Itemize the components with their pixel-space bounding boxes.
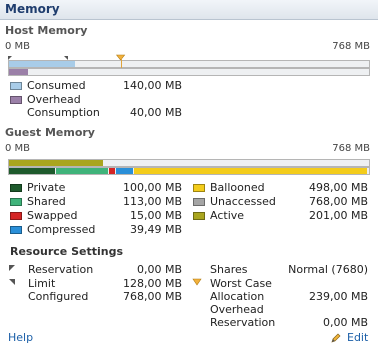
guest-active-fill <box>9 160 104 166</box>
host-overhead-fill <box>9 69 28 75</box>
shared-label: Shared <box>27 195 66 208</box>
guest-ballooned-segment <box>134 168 367 174</box>
panel-header: Memory <box>0 0 378 20</box>
guest-shared-segment <box>55 168 108 174</box>
guest-private-segment <box>9 168 55 174</box>
active-label: Active <box>210 209 245 222</box>
guest-axis-max: 768 MB <box>332 143 370 154</box>
active-swatch <box>193 212 205 220</box>
overhead-reservation-value: 0,00 MB <box>322 316 368 329</box>
reservation-value: 0,00 MB <box>136 263 182 276</box>
host-memory-title: Host Memory <box>5 24 88 37</box>
overhead-reservation-label-line2: Reservation <box>210 316 276 329</box>
ballooned-value: 498,00 MB <box>308 181 368 194</box>
resource-settings-title: Resource Settings <box>10 245 124 258</box>
unaccessed-label: Unaccessed <box>210 195 276 208</box>
host-consumed-bar <box>8 60 370 68</box>
private-swatch <box>10 184 22 192</box>
unaccessed-swatch <box>193 198 205 206</box>
limit-icon <box>9 279 15 285</box>
overhead-swatch <box>10 96 22 104</box>
pencil-icon <box>331 333 341 343</box>
active-value: 201,00 MB <box>308 209 368 222</box>
overhead-reservation-label-line1: Overhead <box>210 303 264 316</box>
overhead-label: Overhead <box>27 93 81 106</box>
worst-case-label: Worst Case <box>210 277 272 290</box>
consumed-label: Consumed <box>27 79 86 92</box>
allocation-value: 239,00 MB <box>308 290 368 303</box>
consumption-label: Consumption <box>27 106 100 119</box>
edit-label[interactable]: Edit <box>347 331 368 344</box>
reservation-label: Reservation <box>28 263 94 276</box>
consumed-swatch <box>10 82 22 90</box>
private-label: Private <box>27 181 66 194</box>
swapped-value: 15,00 MB <box>129 209 182 222</box>
guest-swapped-segment <box>108 168 115 174</box>
guest-axis-min: 0 MB <box>5 143 31 154</box>
guest-compressed-segment <box>115 168 134 174</box>
configured-value: 768,00 MB <box>122 290 182 303</box>
compressed-label: Compressed <box>27 223 96 236</box>
worst-case-icon <box>192 278 202 286</box>
help-link[interactable]: Help <box>8 331 33 344</box>
limit-value: 128,00 MB <box>122 277 182 290</box>
guest-breakdown-bar <box>8 167 370 175</box>
host-consumed-fill <box>9 61 75 67</box>
ballooned-swatch <box>193 184 205 192</box>
configured-label: Configured <box>28 290 89 303</box>
guest-active-bar <box>8 159 370 167</box>
host-overhead-bar <box>8 68 370 76</box>
host-axis-max: 768 MB <box>332 41 370 52</box>
limit-label: Limit <box>28 277 56 290</box>
unaccessed-value: 768,00 MB <box>308 195 368 208</box>
ballooned-label: Ballooned <box>210 181 265 194</box>
private-value: 100,00 MB <box>122 181 182 194</box>
guest-memory-title: Guest Memory <box>5 126 95 139</box>
shares-value: Normal (7680) <box>288 263 368 276</box>
allocation-label: Allocation <box>210 290 265 303</box>
compressed-value: 39,49 MB <box>129 223 182 236</box>
swapped-label: Swapped <box>27 209 78 222</box>
compressed-swatch <box>10 226 22 234</box>
reservation-icon <box>9 265 15 271</box>
swapped-swatch <box>10 212 22 220</box>
shared-swatch <box>10 198 22 206</box>
consumption-value: 40,00 MB <box>129 106 182 119</box>
shared-value: 113,00 MB <box>122 195 182 208</box>
shares-label: Shares <box>210 263 248 276</box>
host-axis-min: 0 MB <box>5 41 31 52</box>
panel-title: Memory <box>5 2 60 16</box>
consumed-value: 140,00 MB <box>122 79 182 92</box>
